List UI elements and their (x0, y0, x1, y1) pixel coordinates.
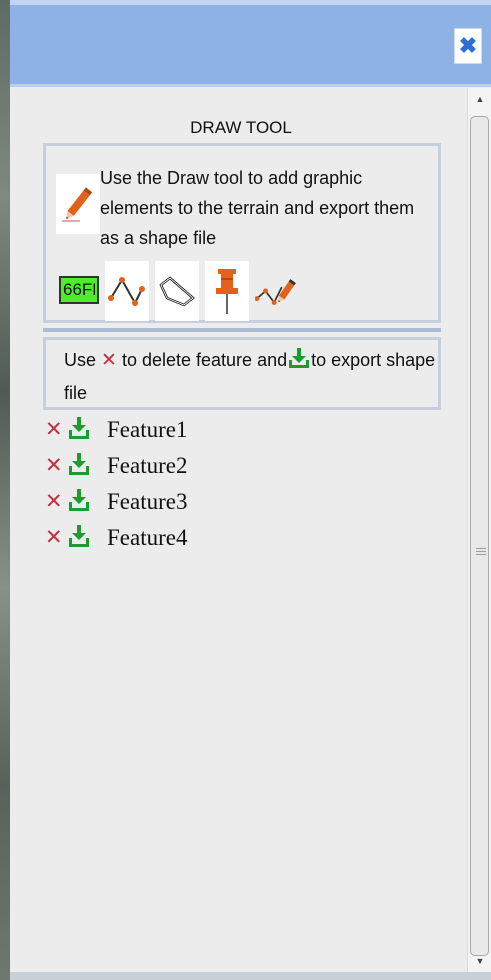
export-icon (288, 347, 310, 378)
section-divider (43, 328, 441, 332)
delete-feature-icon[interactable]: ✕ (45, 525, 63, 550)
feature-name: Feature2 (107, 453, 188, 478)
delete-feature-icon[interactable]: ✕ (45, 417, 63, 442)
instructions-box: Use ✕ to delete feature and to export sha… (43, 337, 441, 410)
polygon-icon (159, 276, 195, 307)
feature-row: ✕ Feature3 (45, 486, 345, 522)
map-background (0, 0, 10, 980)
feature-name: Feature1 (107, 417, 188, 442)
delete-icon: ✕ (101, 350, 117, 371)
pushpin-icon (216, 269, 238, 314)
feature-name: Feature3 (107, 489, 188, 514)
export-feature-icon[interactable] (68, 488, 90, 517)
pushpin-tool[interactable] (205, 261, 249, 321)
vertical-scrollbar[interactable]: ▲ — — — ▼ (467, 88, 491, 972)
draw-tool-panel: ✖ DRAW TOOL Use the Draw tool to add gra… (10, 0, 491, 980)
freehand-tool[interactable] (255, 261, 299, 321)
scroll-up-arrow-icon[interactable]: ▲ (468, 88, 491, 110)
delete-feature-icon[interactable]: ✕ (45, 453, 63, 478)
export-feature-icon[interactable] (68, 524, 90, 553)
feature-row: ✕ Feature1 (45, 414, 345, 450)
grip-icon: — — — (476, 543, 486, 560)
polyline-icon (108, 277, 145, 306)
feature-row: ✕ Feature2 (45, 450, 345, 486)
color-input[interactable] (59, 276, 99, 304)
scroll-down-arrow-icon[interactable]: ▼ (468, 950, 491, 972)
intro-box: Use the Draw tool to add graphic element… (43, 143, 441, 323)
export-feature-icon[interactable] (68, 452, 90, 481)
pencil-icon (56, 174, 100, 234)
delete-feature-icon[interactable]: ✕ (45, 489, 63, 514)
export-feature-icon[interactable] (68, 416, 90, 445)
panel-title: DRAW TOOL (190, 118, 292, 137)
feature-row: ✕ Feature4 (45, 522, 345, 558)
feature-list: ✕ Feature1 ✕ Feature2 ✕ Feature3 ✕ Featu… (45, 414, 345, 558)
header-highlight (10, 0, 491, 5)
freehand-icon (255, 279, 296, 305)
instructions-text-2: to delete feature and (121, 350, 288, 370)
instructions-text-1: Use (64, 350, 97, 370)
polyline-tool[interactable] (105, 261, 149, 321)
scroll-thumb[interactable]: — — — (470, 116, 489, 956)
intro-text: Use the Draw tool to add graphic element… (100, 168, 415, 248)
close-icon: ✖ (458, 33, 478, 58)
panel-bottom-edge (10, 972, 491, 980)
polygon-tool[interactable] (155, 261, 199, 321)
panel-header: ✖ (10, 0, 491, 87)
close-button[interactable]: ✖ (454, 28, 482, 64)
feature-name: Feature4 (107, 525, 188, 550)
